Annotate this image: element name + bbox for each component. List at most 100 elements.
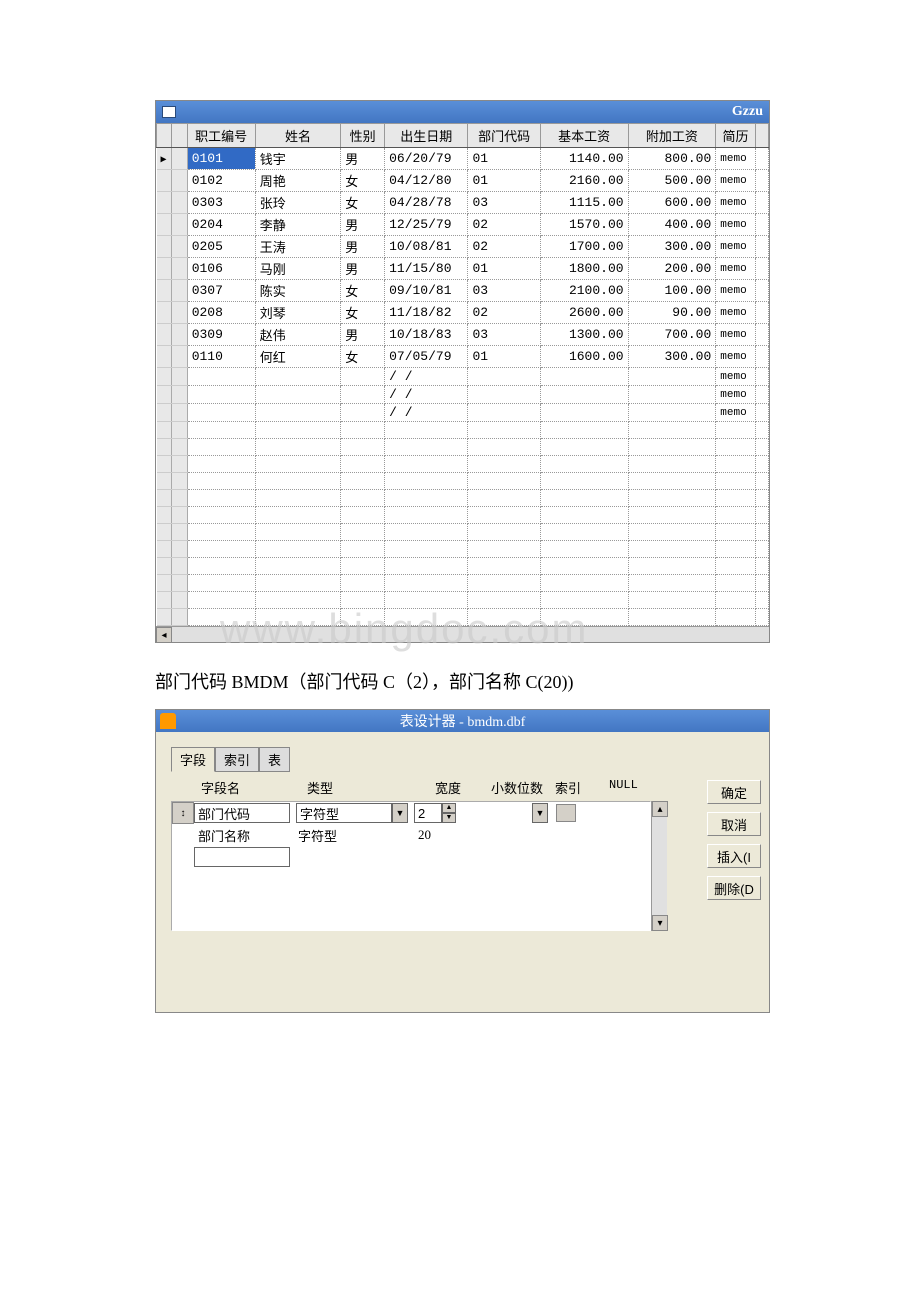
delete-mark[interactable] xyxy=(172,192,187,214)
row-selector[interactable] xyxy=(157,404,172,422)
cell-dob[interactable]: 09/10/81 xyxy=(385,280,468,302)
cell-dept[interactable] xyxy=(468,439,540,456)
cell-memo[interactable] xyxy=(716,473,755,490)
delete-mark[interactable] xyxy=(172,404,187,422)
cell-memo[interactable] xyxy=(716,490,755,507)
cell-extra[interactable] xyxy=(628,422,716,439)
cell-dept[interactable] xyxy=(468,456,540,473)
col-header[interactable]: 简历 xyxy=(716,124,755,148)
cell-sex[interactable]: 男 xyxy=(341,258,385,280)
cell-base[interactable]: 2160.00 xyxy=(540,170,628,192)
cell-dob[interactable] xyxy=(385,507,468,524)
cell-base[interactable]: 2100.00 xyxy=(540,280,628,302)
delete-mark[interactable] xyxy=(172,422,187,439)
cell-dept[interactable] xyxy=(468,404,540,422)
row-selector[interactable] xyxy=(157,302,172,324)
row-selector[interactable] xyxy=(157,170,172,192)
row-selector[interactable] xyxy=(157,490,172,507)
cell-id[interactable]: 0208 xyxy=(187,302,255,324)
table-row[interactable] xyxy=(157,524,769,541)
vertical-scrollbar[interactable]: ▴ ▾ xyxy=(651,801,667,931)
row-selector[interactable] xyxy=(157,609,172,626)
table-row[interactable] xyxy=(157,575,769,592)
cell-id[interactable] xyxy=(187,507,255,524)
cell-dob[interactable] xyxy=(385,524,468,541)
row-selector[interactable] xyxy=(157,473,172,490)
table-row[interactable]: / /memo xyxy=(157,386,769,404)
cell-sex[interactable]: 女 xyxy=(341,280,385,302)
cell-sex[interactable] xyxy=(341,507,385,524)
cell-id[interactable] xyxy=(187,422,255,439)
cell-base[interactable]: 2600.00 xyxy=(540,302,628,324)
cell-id[interactable]: 0307 xyxy=(187,280,255,302)
cell-dept[interactable] xyxy=(468,575,540,592)
cell-id[interactable] xyxy=(187,592,255,609)
cell-id[interactable] xyxy=(187,575,255,592)
cell-sex[interactable]: 男 xyxy=(341,214,385,236)
cell-memo[interactable]: memo xyxy=(716,148,755,170)
col-header[interactable]: 附加工资 xyxy=(628,124,716,148)
cell-dept[interactable] xyxy=(468,541,540,558)
cell-id[interactable]: 0205 xyxy=(187,236,255,258)
cell-dob[interactable]: / / xyxy=(385,386,468,404)
cell-base[interactable] xyxy=(540,592,628,609)
cell-sex[interactable] xyxy=(341,473,385,490)
cell-extra[interactable] xyxy=(628,575,716,592)
delete-mark[interactable] xyxy=(172,490,187,507)
cell-sex[interactable]: 男 xyxy=(341,236,385,258)
cell-dob[interactable] xyxy=(385,592,468,609)
insert-button[interactable]: 插入(I xyxy=(707,844,761,868)
cell-extra[interactable] xyxy=(628,386,716,404)
cell-name[interactable] xyxy=(255,541,341,558)
cell-memo[interactable]: memo xyxy=(716,346,755,368)
cell-base[interactable] xyxy=(540,575,628,592)
cell-sex[interactable] xyxy=(341,456,385,473)
cell-dept[interactable] xyxy=(468,609,540,626)
delete-mark[interactable] xyxy=(172,148,187,170)
delete-mark[interactable] xyxy=(172,524,187,541)
table-row[interactable]: 0205王涛男10/08/81021700.00300.00memo xyxy=(157,236,769,258)
row-selector[interactable]: ▶ xyxy=(157,148,172,170)
data-grid[interactable]: 职工编号 姓名 性别 出生日期 部门代码 基本工资 附加工资 简历 ▶0101钱… xyxy=(156,123,769,626)
cell-base[interactable]: 1300.00 xyxy=(540,324,628,346)
cell-memo[interactable]: memo xyxy=(716,170,755,192)
cell-sex[interactable] xyxy=(341,592,385,609)
col-header[interactable]: 基本工资 xyxy=(540,124,628,148)
table-row[interactable]: 0110何红女07/05/79011600.00300.00memo xyxy=(157,346,769,368)
table-row[interactable]: 0309赵伟男10/18/83031300.00700.00memo xyxy=(157,324,769,346)
cell-id[interactable] xyxy=(187,404,255,422)
field-type-cell[interactable]: 字符型 xyxy=(294,826,414,845)
row-selector[interactable] xyxy=(157,422,172,439)
delete-mark[interactable] xyxy=(172,324,187,346)
cell-sex[interactable]: 男 xyxy=(341,324,385,346)
cell-dept[interactable]: 03 xyxy=(468,280,540,302)
tab-indexes[interactable]: 索引 xyxy=(215,747,259,772)
table-row[interactable] xyxy=(157,439,769,456)
cell-id[interactable] xyxy=(187,558,255,575)
delete-mark[interactable] xyxy=(172,541,187,558)
cell-name[interactable] xyxy=(255,507,341,524)
cell-id[interactable]: 0101 xyxy=(187,148,255,170)
cell-base[interactable]: 1570.00 xyxy=(540,214,628,236)
cell-extra[interactable]: 600.00 xyxy=(628,192,716,214)
cell-sex[interactable] xyxy=(341,368,385,386)
cell-extra[interactable] xyxy=(628,541,716,558)
field-row[interactable]: 部门名称 字符型 20 xyxy=(172,824,650,846)
cell-base[interactable] xyxy=(540,473,628,490)
cell-name[interactable]: 张玲 xyxy=(255,192,341,214)
cell-extra[interactable] xyxy=(628,456,716,473)
cell-id[interactable] xyxy=(187,456,255,473)
cell-dob[interactable]: / / xyxy=(385,368,468,386)
delete-mark[interactable] xyxy=(172,456,187,473)
col-header[interactable]: 姓名 xyxy=(255,124,341,148)
field-width-spinner[interactable]: ▲ ▼ xyxy=(414,803,456,823)
delete-mark[interactable] xyxy=(172,302,187,324)
delete-button[interactable]: 删除(D xyxy=(707,876,761,900)
table-row[interactable] xyxy=(157,541,769,558)
cell-dept[interactable]: 02 xyxy=(468,236,540,258)
cell-dept[interactable] xyxy=(468,473,540,490)
cell-sex[interactable] xyxy=(341,575,385,592)
cell-dept[interactable] xyxy=(468,386,540,404)
cell-name[interactable] xyxy=(255,524,341,541)
delete-mark[interactable] xyxy=(172,386,187,404)
